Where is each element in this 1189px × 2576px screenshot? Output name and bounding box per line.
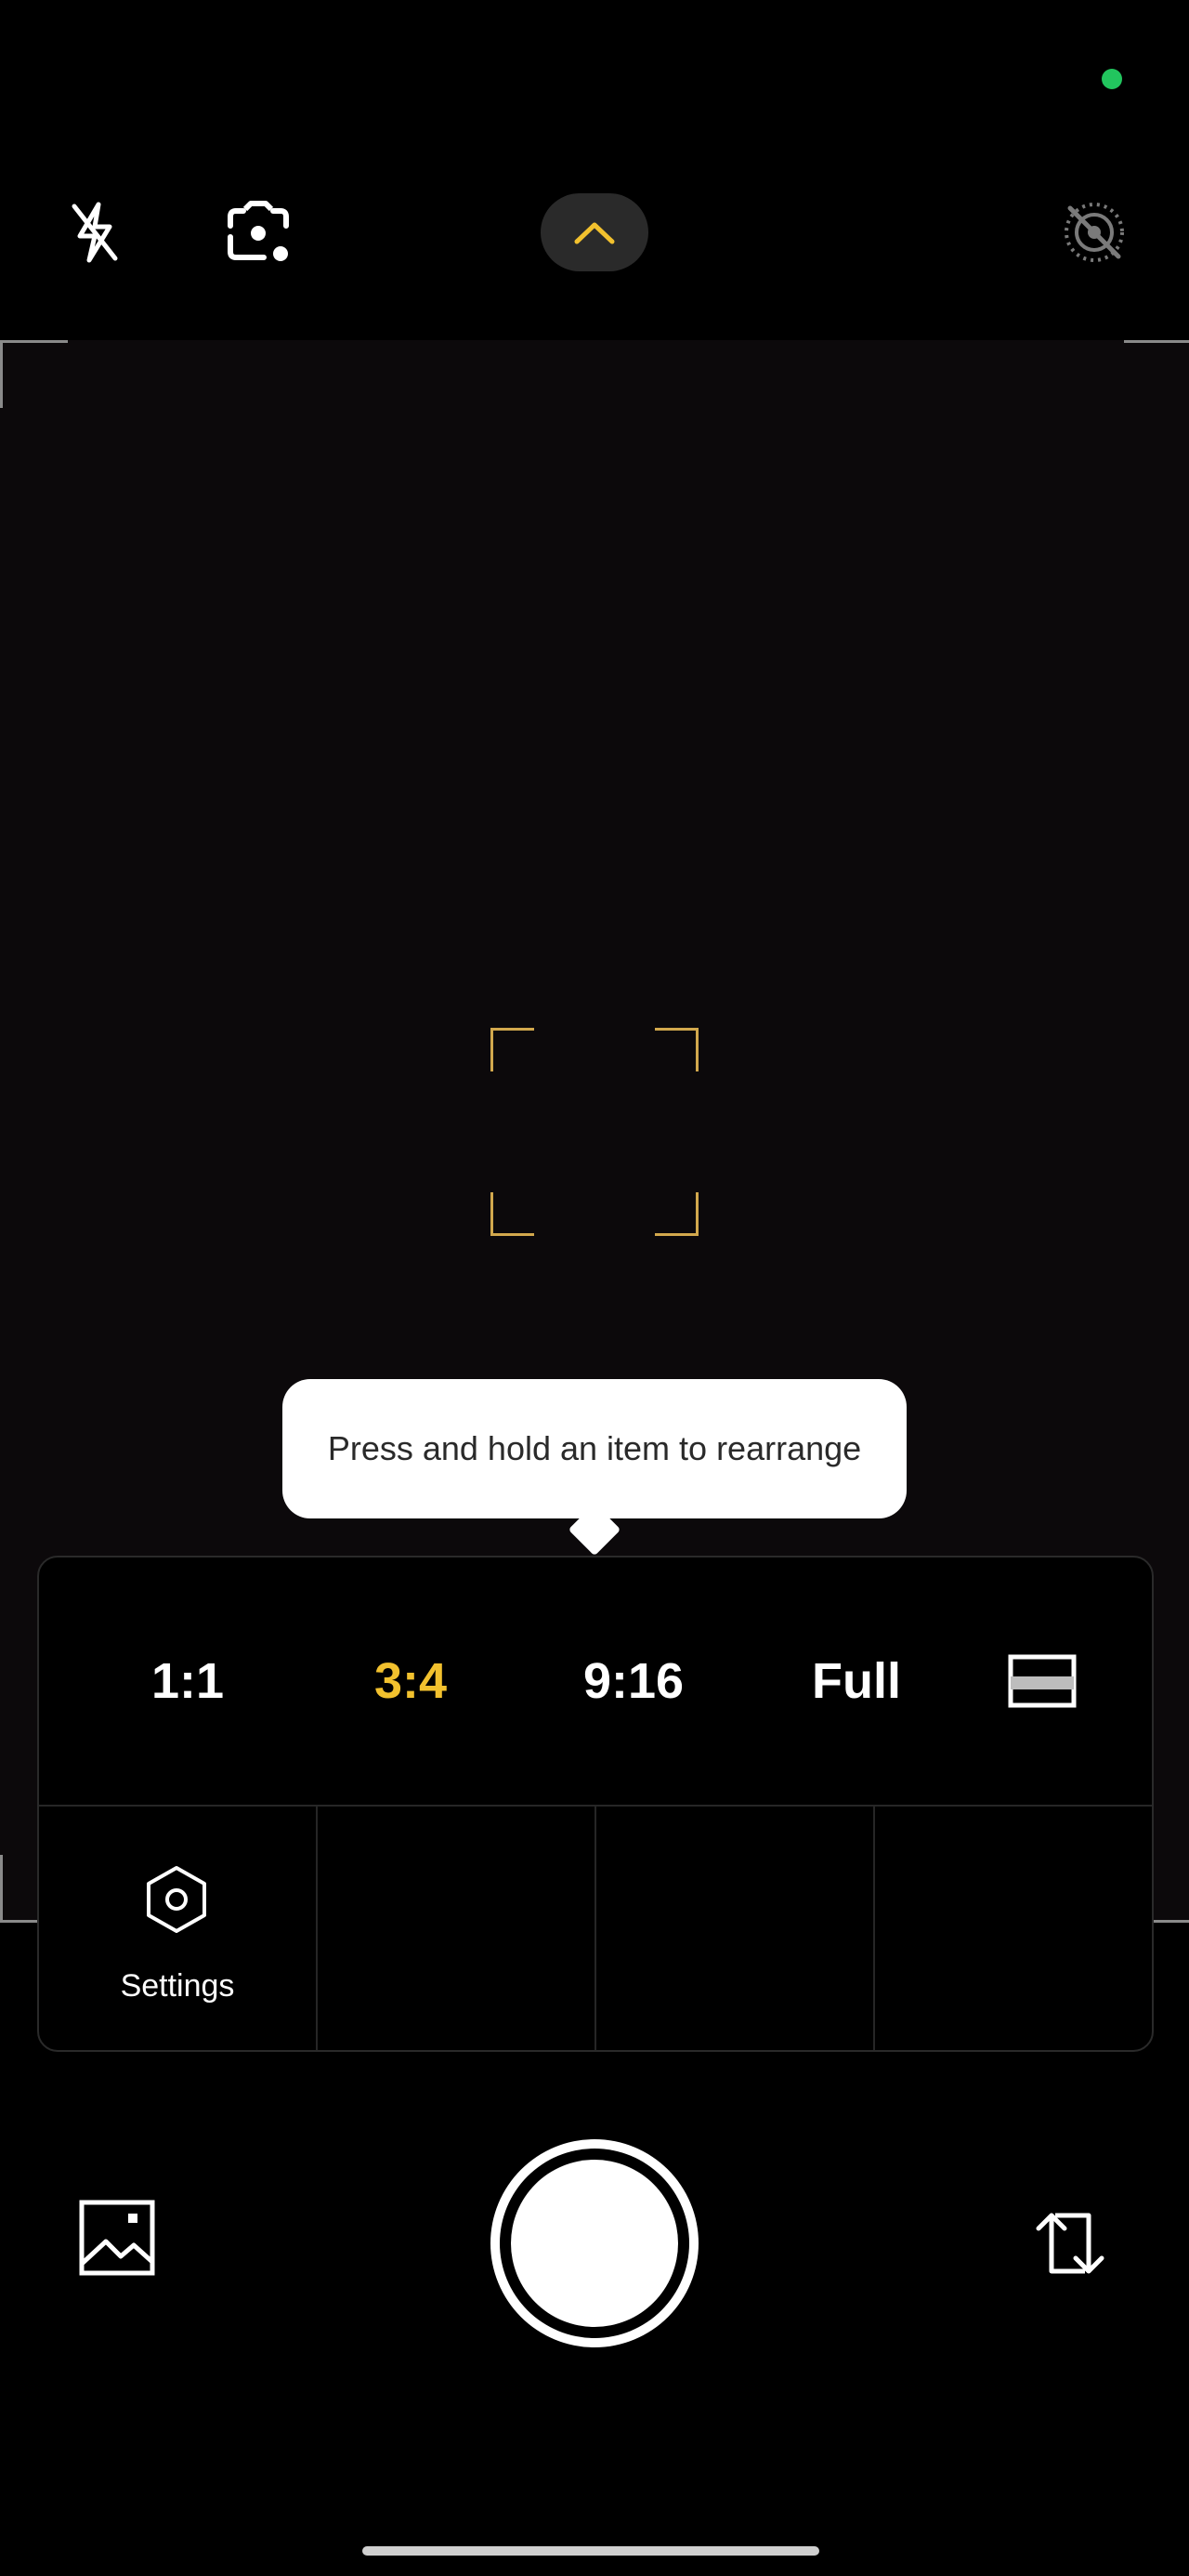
- empty-tile: [875, 1807, 1152, 2050]
- flash-off-icon[interactable]: [56, 193, 134, 271]
- settings-tile[interactable]: Settings: [39, 1807, 318, 2050]
- empty-tile: [318, 1807, 596, 2050]
- ratio-option-3-4[interactable]: 3:4: [299, 1557, 522, 1805]
- ratio-option-full[interactable]: Full: [745, 1557, 968, 1805]
- live-photo-off-icon[interactable]: [1055, 193, 1133, 271]
- frame-corner-top-right: [1124, 340, 1189, 408]
- settings-hexagon-icon: [147, 1866, 206, 1933]
- empty-tile: [596, 1807, 875, 2050]
- home-indicator-bar[interactable]: [362, 2546, 819, 2556]
- shutter-button[interactable]: [490, 2139, 699, 2347]
- settings-label: Settings: [120, 1968, 235, 2004]
- aspect-ratio-row: 1:1 3:4 9:16 Full: [39, 1557, 1152, 1807]
- ratio-option-1-1[interactable]: 1:1: [76, 1557, 299, 1805]
- chevron-up-icon: [574, 222, 615, 244]
- switch-camera-icon[interactable]: [1031, 2204, 1109, 2282]
- quick-settings-panel: 1:1 3:4 9:16 Full Settings: [37, 1556, 1154, 2052]
- privacy-indicator-dot: [1102, 69, 1122, 89]
- letterbox-ratio-icon[interactable]: [968, 1557, 1117, 1805]
- tooltip-text: Press and hold an item to rearrange: [327, 1429, 862, 1467]
- quick-settings-grid: Settings: [39, 1807, 1152, 2050]
- rearrange-tooltip: Press and hold an item to rearrange: [282, 1379, 907, 1518]
- gallery-icon[interactable]: [78, 2199, 156, 2277]
- expand-controls-button[interactable]: [541, 193, 648, 271]
- frame-corner-top-left: [0, 340, 68, 408]
- focus-frame: [490, 1028, 699, 1236]
- ratio-option-9-16[interactable]: 9:16: [522, 1557, 745, 1805]
- camera-lens-icon[interactable]: [219, 193, 297, 271]
